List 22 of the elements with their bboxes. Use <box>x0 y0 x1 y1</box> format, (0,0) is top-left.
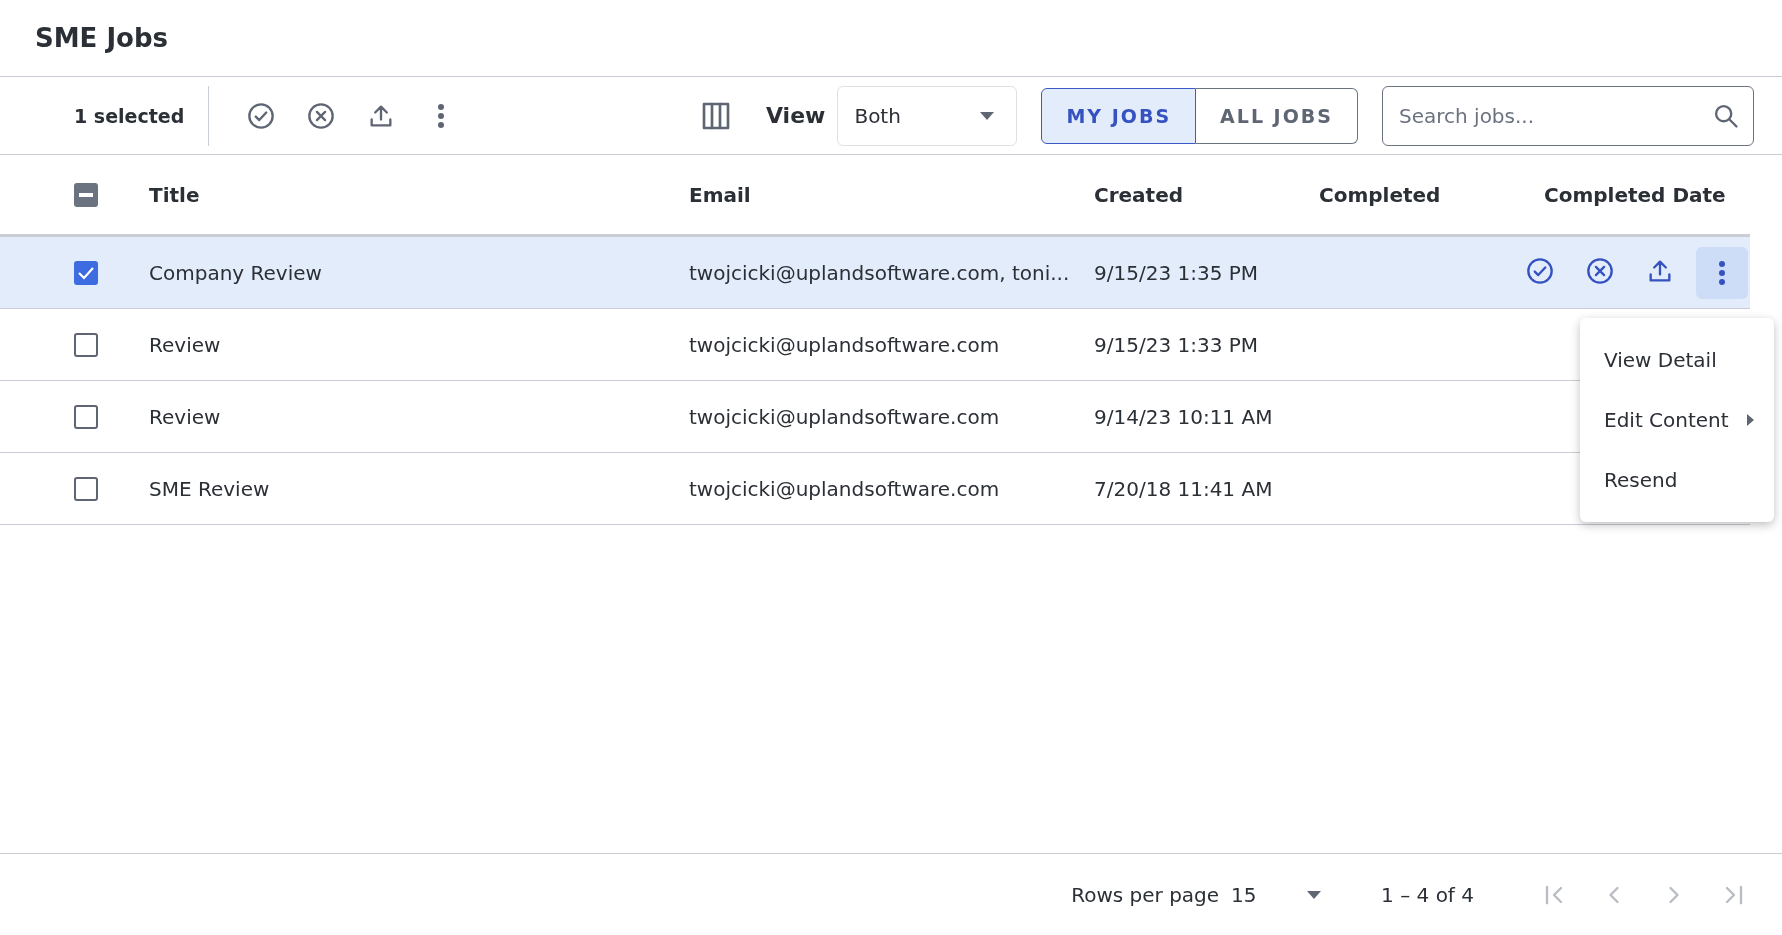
column-header: Created <box>1094 182 1185 207</box>
table-cell-text: Company Review <box>149 260 323 285</box>
table-cell-text: twojcicki@uplandsoftware.com, toni... <box>689 260 1071 285</box>
rows-per-page-label: Rows per page <box>1071 882 1220 907</box>
table-cell-text: twojcicki@uplandsoftware.com <box>689 476 1001 501</box>
page-title: SME Jobs <box>35 23 169 53</box>
column-header: Email <box>689 182 752 207</box>
table-cell-text: Review <box>149 404 222 429</box>
column-header: Completed <box>1319 182 1442 207</box>
table-cell-text: 9/14/23 10:11 AM <box>1094 404 1274 429</box>
table-cell-text: SME Review <box>149 476 271 501</box>
page-range: 1 – 4 of 4 <box>1381 882 1474 907</box>
column-header: Title <box>149 182 201 207</box>
selection-count: 1 selected <box>74 104 186 127</box>
table-cell-text: 9/15/23 1:35 PM <box>1094 260 1260 285</box>
table-cell-text: 9/15/23 1:33 PM <box>1094 332 1260 357</box>
view-label: View <box>765 103 826 128</box>
column-header: Completed Date <box>1544 182 1727 207</box>
table-cell-text: 7/20/18 11:41 AM <box>1094 476 1274 501</box>
table-cell-text: twojcicki@uplandsoftware.com <box>689 404 1001 429</box>
table-cell-text: twojcicki@uplandsoftware.com <box>689 332 1001 357</box>
table-cell-text: Review <box>149 332 222 357</box>
